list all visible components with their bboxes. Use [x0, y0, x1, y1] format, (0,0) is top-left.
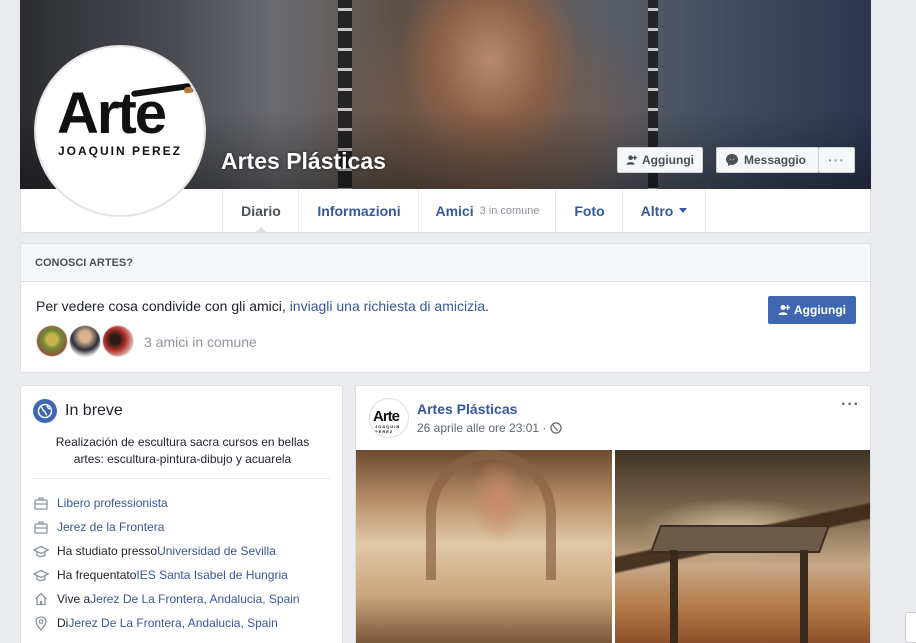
avatar-logo-word: Arte: [373, 408, 400, 425]
logo-word: Arte: [57, 81, 167, 146]
tab-amici[interactable]: Amici 3 in comune: [418, 189, 556, 232]
tab-label: Amici: [435, 202, 474, 219]
send-request-link[interactable]: inviagli una richiesta di amicizia: [290, 298, 485, 314]
chevron-down-icon: [679, 208, 688, 213]
profile-picture[interactable]: Arte JOAQUIN PEREZ: [34, 45, 206, 217]
tab-label: Altro: [640, 202, 674, 219]
graduation-cap-icon: [33, 567, 49, 583]
briefcase-icon: [33, 495, 49, 511]
message-button[interactable]: Messaggio: [716, 147, 819, 173]
post-date[interactable]: 26 aprile alle ore 23:01 ·: [417, 421, 546, 435]
intro-prefix: Ha studiato presso: [57, 544, 158, 558]
brush-tip-icon: [183, 86, 195, 94]
mutual-count: 3 in comune: [479, 204, 540, 217]
intro-prefix: Ha frequentato: [57, 568, 137, 582]
globe-icon: [550, 422, 563, 434]
intro-bio: Realización de escultura sacra cursos en…: [55, 435, 310, 466]
tab-label: Foto: [574, 202, 605, 219]
message-label: Messaggio: [744, 153, 807, 167]
add-friend-label: Aggiungi: [642, 153, 694, 167]
add-friend-icon: [626, 155, 638, 165]
card-text-plain: Per vedere cosa condivide con gli amici,: [36, 298, 290, 314]
mutual-friends-link[interactable]: 3 amici in comune: [144, 334, 257, 350]
mutual-friend-avatar[interactable]: [36, 325, 68, 357]
more-options-button[interactable]: ···: [818, 147, 855, 173]
intro-row-work: Libero professionista: [33, 494, 168, 512]
photo-detail: [800, 550, 808, 643]
photo-detail: [649, 525, 831, 553]
photo-detail: [670, 550, 678, 643]
briefcase-icon: [33, 519, 49, 535]
intro-link[interactable]: IES Santa Isabel de Hungria: [136, 568, 287, 582]
location-pin-icon: [33, 615, 49, 631]
card-text: Per vedere cosa condivide con gli amici,…: [36, 298, 489, 314]
intro-prefix: Di: [57, 616, 69, 630]
photo-detail: [426, 450, 556, 580]
intro-link[interactable]: Jerez De La Frontera, Andalucia, Spain: [68, 616, 277, 630]
tab-label: Informazioni: [317, 202, 401, 219]
intro-link[interactable]: Universidad de Sevilla: [157, 544, 276, 558]
intro-title: In breve: [65, 402, 123, 419]
post-card: Arte JOAQUIN PEREZ Artes Plásticas 26 ap…: [355, 385, 871, 643]
avatar-logo-subtitle: JOAQUIN PEREZ: [375, 424, 401, 434]
intro-card: In breve Realización de escultura sacra …: [20, 385, 343, 643]
tab-diario[interactable]: Diario: [222, 189, 299, 233]
mutual-friend-avatar[interactable]: [69, 325, 101, 357]
logo-subtitle: JOAQUIN PEREZ: [58, 144, 183, 158]
page-title[interactable]: Artes Plásticas: [221, 148, 386, 175]
post-meta: 26 aprile alle ore 23:01 ·: [417, 421, 563, 435]
intro-link[interactable]: Jerez de la Frontera: [57, 520, 164, 534]
intro-row-school: Ha frequentato IES Santa Isabel de Hungr…: [33, 566, 288, 584]
post-photo[interactable]: [615, 450, 870, 643]
messenger-icon: [726, 154, 738, 166]
add-friend-label: Aggiungi: [794, 303, 846, 317]
graduation-cap-icon: [33, 543, 49, 559]
card-heading: CONOSCI ARTES?: [21, 244, 870, 282]
know-person-card: CONOSCI ARTES? Per vedere cosa condivide…: [20, 243, 871, 373]
add-friend-button[interactable]: Aggiungi: [617, 147, 703, 173]
globe-icon: [33, 399, 57, 423]
divider: [33, 478, 330, 479]
card-text-end: .: [485, 298, 489, 314]
add-friend-button-primary[interactable]: Aggiungi: [768, 296, 856, 324]
tab-altro[interactable]: Altro: [622, 189, 706, 232]
add-friend-icon: [778, 305, 790, 315]
intro-row-from: Di Jerez De La Frontera, Andalucia, Spai…: [33, 614, 278, 632]
intro-link[interactable]: Libero professionista: [57, 496, 168, 510]
post-photo[interactable]: [356, 450, 612, 643]
tab-foto[interactable]: Foto: [555, 189, 623, 232]
post-options-button[interactable]: ···: [841, 396, 860, 414]
post-author[interactable]: Artes Plásticas: [417, 401, 517, 417]
tab-label: Diario: [241, 202, 281, 219]
tab-informazioni[interactable]: Informazioni: [298, 189, 419, 232]
intro-link[interactable]: Jerez De La Frontera, Andalucia, Spain: [90, 592, 299, 606]
intro-row-lives: Vive a Jerez De La Frontera, Andalucia, …: [33, 590, 300, 608]
chat-sidebar-tab[interactable]: [905, 612, 916, 643]
intro-row-education: Ha studiato presso Universidad de Sevill…: [33, 542, 276, 560]
mutual-friend-avatar[interactable]: [102, 325, 134, 357]
intro-prefix: Vive a: [57, 592, 91, 606]
intro-row-workplace: Jerez de la Frontera: [33, 518, 164, 536]
post-avatar[interactable]: Arte JOAQUIN PEREZ: [369, 398, 409, 438]
home-icon: [33, 591, 49, 607]
